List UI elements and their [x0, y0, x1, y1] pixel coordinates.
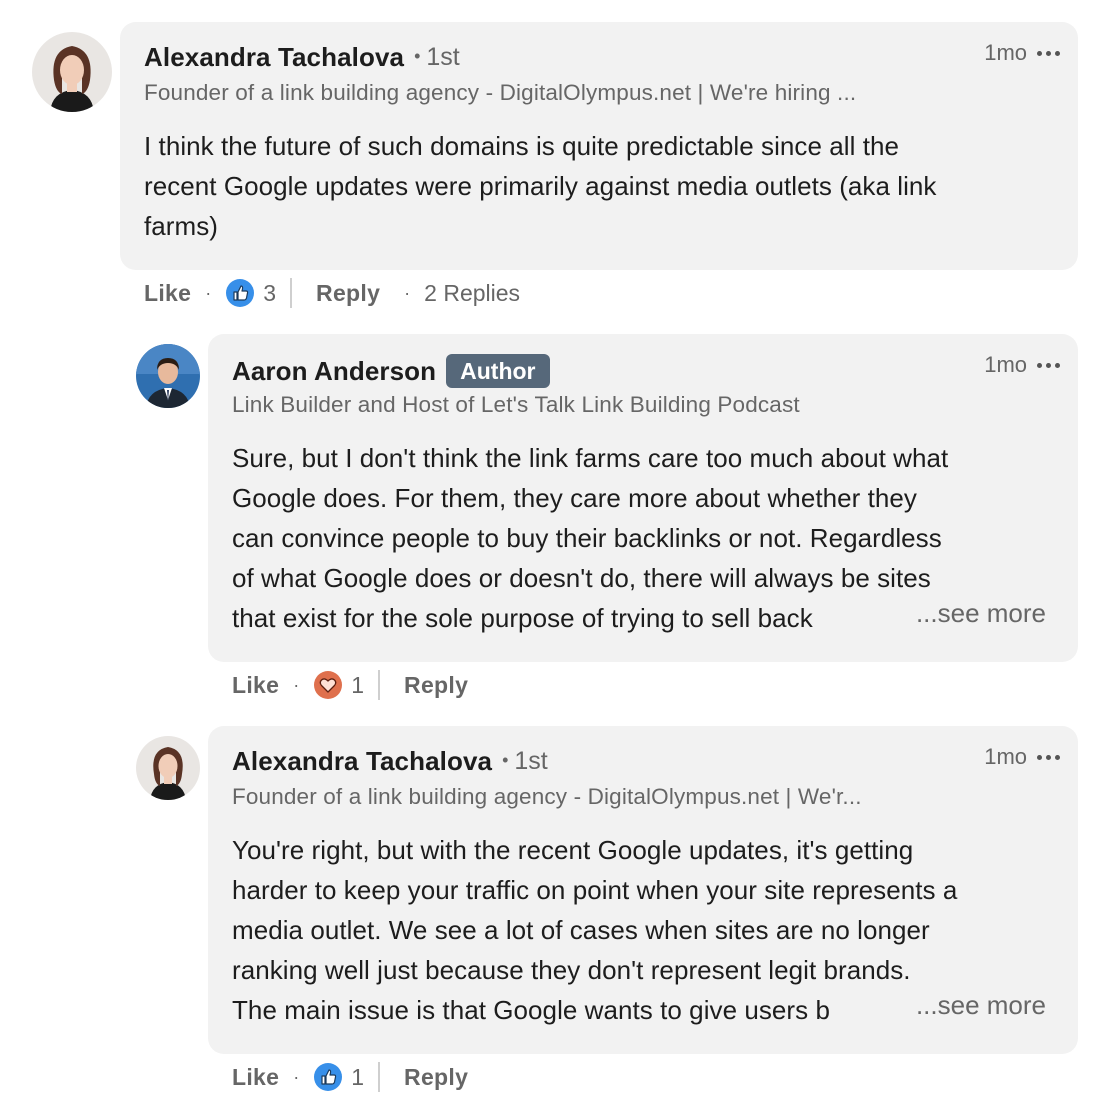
author-name[interactable]: Aaron Anderson: [232, 356, 436, 387]
replies-link[interactable]: 2 Replies: [424, 280, 520, 307]
reaction-count[interactable]: 1: [351, 672, 364, 699]
connection-degree: • 1st: [502, 747, 548, 775]
comment-actions: Like · 1 Reply: [232, 670, 468, 700]
comment-text: I think the future of such domains is qu…: [144, 131, 937, 241]
separator-dot: ·: [404, 282, 411, 303]
avatar[interactable]: [136, 736, 200, 800]
avatar-photo: [136, 344, 200, 408]
comment-bubble: Alexandra Tachalova • 1st 1mo Founder of …: [120, 22, 1078, 270]
comment: Alexandra Tachalova • 1st 1mo Founder of …: [0, 0, 1108, 320]
author-headline: Link Builder and Host of Let's Talk Link…: [232, 392, 800, 417]
see-more-link[interactable]: ...see more: [899, 598, 1046, 629]
author-name[interactable]: Alexandra Tachalova: [232, 746, 492, 777]
like-button[interactable]: Like: [232, 1064, 279, 1091]
author-headline: Founder of a link building agency - Digi…: [144, 80, 857, 105]
author-headline: Founder of a link building agency - Digi…: [232, 784, 862, 809]
love-icon[interactable]: [313, 670, 343, 700]
reply-button[interactable]: Reply: [316, 280, 380, 307]
comment-actions: Like · 1 Reply: [232, 1062, 468, 1092]
comment-text: You're right, but with the recent Google…: [232, 835, 958, 1025]
reaction-count[interactable]: 1: [351, 1064, 364, 1091]
author-name[interactable]: Alexandra Tachalova: [144, 42, 404, 73]
comment-actions: Like · 3 Reply · 2 Replies: [144, 278, 520, 308]
divider: [378, 670, 381, 700]
more-options-icon[interactable]: [1037, 43, 1060, 63]
like-button[interactable]: Like: [144, 280, 191, 307]
timestamp: 1mo: [984, 744, 1027, 769]
like-icon[interactable]: [313, 1062, 343, 1092]
reply-button[interactable]: Reply: [404, 1064, 468, 1091]
reply-button[interactable]: Reply: [404, 672, 468, 699]
author-badge: Author: [446, 354, 550, 388]
timestamp: 1mo: [984, 352, 1027, 377]
timestamp: 1mo: [984, 40, 1027, 65]
comment-bubble: Alexandra Tachalova • 1st 1mo Founder of …: [208, 726, 1078, 1054]
avatar-photo: [136, 736, 200, 800]
connection-degree: • 1st: [414, 43, 460, 71]
reaction-count[interactable]: 3: [263, 280, 276, 307]
separator-dot: ·: [205, 282, 212, 303]
avatar-photo: [32, 32, 112, 112]
avatar[interactable]: [136, 344, 200, 408]
separator-dot: ·: [293, 674, 300, 695]
separator-dot: ·: [293, 1066, 300, 1087]
see-more-link[interactable]: ...see more: [899, 990, 1046, 1021]
avatar[interactable]: [32, 32, 112, 112]
comment-text: Sure, but I don't think the link farms c…: [232, 443, 949, 633]
more-options-icon[interactable]: [1037, 747, 1060, 767]
like-button[interactable]: Like: [232, 672, 279, 699]
divider: [378, 1062, 381, 1092]
comment-thread: Alexandra Tachalova • 1st 1mo Founder of …: [0, 0, 1108, 1104]
comment-bubble: Aaron Anderson Author 1mo Link Builder a…: [208, 334, 1078, 662]
divider: [290, 278, 293, 308]
like-icon[interactable]: [225, 278, 255, 308]
more-options-icon[interactable]: [1037, 355, 1060, 375]
